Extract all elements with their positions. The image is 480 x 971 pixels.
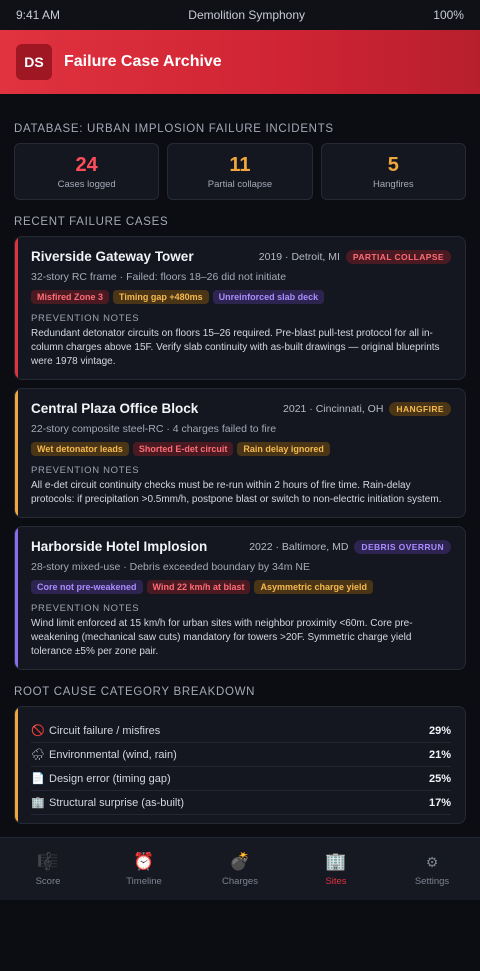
- buildings-icon: 🏢: [325, 852, 347, 871]
- case-meta: 2021 · Cincinnati, OH: [283, 402, 384, 415]
- breakdown-percent: 17%: [428, 796, 451, 809]
- breakdown-label: Environmental (wind, rain): [49, 748, 177, 761]
- case-title: Riverside Gateway Tower: [31, 249, 194, 264]
- bomb-icon: 💣: [229, 852, 251, 871]
- prevention-notes-text: All e-det circuit continuity checks must…: [31, 480, 442, 505]
- tab-label: Settings: [414, 876, 450, 887]
- tag: Unreinforced slab deck: [212, 290, 325, 304]
- breakdown-row[interactable]: 🌧 Environmental (wind, rain) 21%: [31, 743, 451, 767]
- tab-charges[interactable]: 💣 Charges: [192, 838, 288, 900]
- music-score-icon: 🎼: [37, 852, 59, 871]
- tag: Timing gap +480ms: [113, 290, 209, 304]
- case-description: 22-story composite steel-RC · 4 charges …: [31, 423, 277, 435]
- tag-list: Misfired Zone 3 Timing gap +480ms Unrein…: [31, 290, 451, 304]
- case-header: Central Plaza Office Block 2021 · Cincin…: [31, 401, 451, 416]
- breakdown-label-group: 🏢 Structural surprise (as-built): [31, 796, 185, 810]
- case-card-riverside[interactable]: Riverside Gateway Tower 2019 · Detroit, …: [14, 236, 466, 380]
- app-header: DS Failure Case Archive: [0, 30, 480, 94]
- root-cause-label: ROOT CAUSE CATEGORY BREAKDOWN: [14, 686, 256, 698]
- breakdown-percent: 29%: [428, 724, 451, 737]
- stat-card-partial-collapse[interactable]: 11 Partial collapse: [167, 143, 313, 200]
- bottom-tab-bar: 🎼 Score ⏰ Timeline 💣 Charges 🏢 Sites ⚙ S…: [0, 837, 480, 900]
- breakdown-label-group: 🚫 Circuit failure / misfires: [31, 724, 161, 738]
- stat-label: Partial collapse: [207, 178, 273, 190]
- stat-card-hangfires[interactable]: 5 Hangfires: [320, 143, 466, 200]
- tab-settings[interactable]: ⚙ Settings: [384, 838, 480, 900]
- case-meta: 2022 · Baltimore, MD: [249, 540, 349, 553]
- status-badge: HANGFIRE: [389, 401, 451, 416]
- breakdown-row[interactable]: •: [31, 815, 451, 824]
- tag: Shorted E-det circuit: [132, 442, 234, 456]
- document-icon: 📄: [31, 773, 45, 785]
- breakdown-percent: 25%: [428, 772, 451, 785]
- prohibited-icon: 🚫: [31, 725, 45, 737]
- tag: Core not pre-weakened: [31, 580, 143, 594]
- breakdown-label: Structural surprise (as-built): [49, 796, 185, 809]
- prevention-notes-label: PREVENTION NOTES: [31, 603, 140, 614]
- stat-value: 5: [387, 153, 399, 176]
- gear-icon: ⚙: [425, 854, 439, 870]
- prevention-notes-label: PREVENTION NOTES: [31, 313, 140, 324]
- prevention-notes-text: Redundant detonator circuits on floors 1…: [31, 328, 440, 367]
- breakdown-label: Circuit failure / misfires: [49, 724, 161, 737]
- prevention-notes-label: PREVENTION NOTES: [31, 465, 140, 476]
- tab-label: Timeline: [126, 876, 162, 887]
- case-title: Harborside Hotel Implosion: [31, 539, 208, 554]
- status-badge: DEBRIS OVERRUN: [354, 539, 451, 554]
- misc-icon: •: [31, 821, 45, 824]
- status-time: 9:41 AM: [16, 8, 61, 22]
- breakdown-label-group: 📄 Design error (timing gap): [31, 772, 171, 786]
- breakdown-label-group: •: [31, 821, 49, 824]
- tag: Misfired Zone 3: [31, 290, 110, 304]
- case-description: 32-story RC frame · Failed: floors 18–26…: [31, 271, 287, 283]
- stat-value: 24: [75, 153, 98, 176]
- recent-cases-label: RECENT FAILURE CASES: [14, 216, 169, 228]
- breakdown-label-group: 🌧 Environmental (wind, rain): [31, 748, 177, 762]
- root-cause-breakdown: 🚫 Circuit failure / misfires 29% 🌧 Envir…: [14, 706, 466, 824]
- app-logo[interactable]: DS: [16, 44, 52, 80]
- tag-list: Wet detonator leads Shorted E-det circui…: [31, 442, 451, 456]
- tag: Wet detonator leads: [31, 442, 129, 456]
- stat-card-cases[interactable]: 24 Cases logged: [14, 143, 160, 200]
- status-battery: 100%: [433, 8, 464, 22]
- tab-label: Sites: [325, 876, 347, 887]
- tag: Asymmetric charge yield: [254, 580, 374, 594]
- alarm-clock-icon: ⏰: [133, 852, 155, 871]
- breakdown-row[interactable]: 🏢 Structural surprise (as-built) 17%: [31, 791, 451, 815]
- tab-score[interactable]: 🎼 Score: [0, 838, 96, 900]
- tag: Rain delay ignored: [237, 442, 330, 456]
- case-description: 28-story mixed-use · Debris exceeded bou…: [31, 561, 310, 573]
- case-title: Central Plaza Office Block: [31, 401, 199, 416]
- tab-sites[interactable]: 🏢 Sites: [288, 838, 384, 900]
- case-meta: 2019 · Detroit, MI: [258, 250, 340, 263]
- page-title: Failure Case Archive: [64, 53, 222, 70]
- tag: Wind 22 km/h at blast: [146, 580, 251, 594]
- stat-label: Hangfires: [372, 178, 414, 190]
- status-bar: 9:41 AM Demolition Symphony 100%: [0, 0, 480, 30]
- case-card-harborside[interactable]: Harborside Hotel Implosion 2022 · Baltim…: [14, 526, 466, 670]
- tag-list: Core not pre-weakened Wind 22 km/h at bl…: [31, 580, 451, 594]
- stats-row: 24 Cases logged 11 Partial collapse 5 Ha…: [14, 143, 466, 200]
- tab-label: Charges: [222, 876, 258, 887]
- case-header: Riverside Gateway Tower 2019 · Detroit, …: [31, 249, 451, 264]
- case-card-central-plaza[interactable]: Central Plaza Office Block 2021 · Cincin…: [14, 388, 466, 518]
- tab-label: Score: [35, 876, 61, 887]
- breakdown-label: Design error (timing gap): [49, 772, 171, 785]
- status-badge: PARTIAL COLLAPSE: [345, 249, 451, 264]
- case-header: Harborside Hotel Implosion 2022 · Baltim…: [31, 539, 451, 554]
- breakdown-row[interactable]: 📄 Design error (timing gap) 25%: [31, 767, 451, 791]
- tab-timeline[interactable]: ⏰ Timeline: [96, 838, 192, 900]
- stat-value: 11: [229, 153, 251, 176]
- building-icon: 🏢: [31, 797, 45, 809]
- stat-label: Cases logged: [57, 178, 116, 190]
- cloud-rain-icon: 🌧: [31, 749, 45, 761]
- breakdown-percent: 21%: [428, 748, 451, 761]
- breakdown-row[interactable]: 🚫 Circuit failure / misfires 29%: [31, 719, 451, 743]
- status-app-title: Demolition Symphony: [188, 8, 306, 22]
- prevention-notes-text: Wind limit enforced at 15 km/h for urban…: [31, 618, 413, 657]
- home-indicator-area: [0, 900, 480, 971]
- main-content: DATABASE: URBAN IMPLOSION FAILURE INCIDE…: [0, 123, 480, 824]
- database-label: DATABASE: URBAN IMPLOSION FAILURE INCIDE…: [14, 123, 334, 135]
